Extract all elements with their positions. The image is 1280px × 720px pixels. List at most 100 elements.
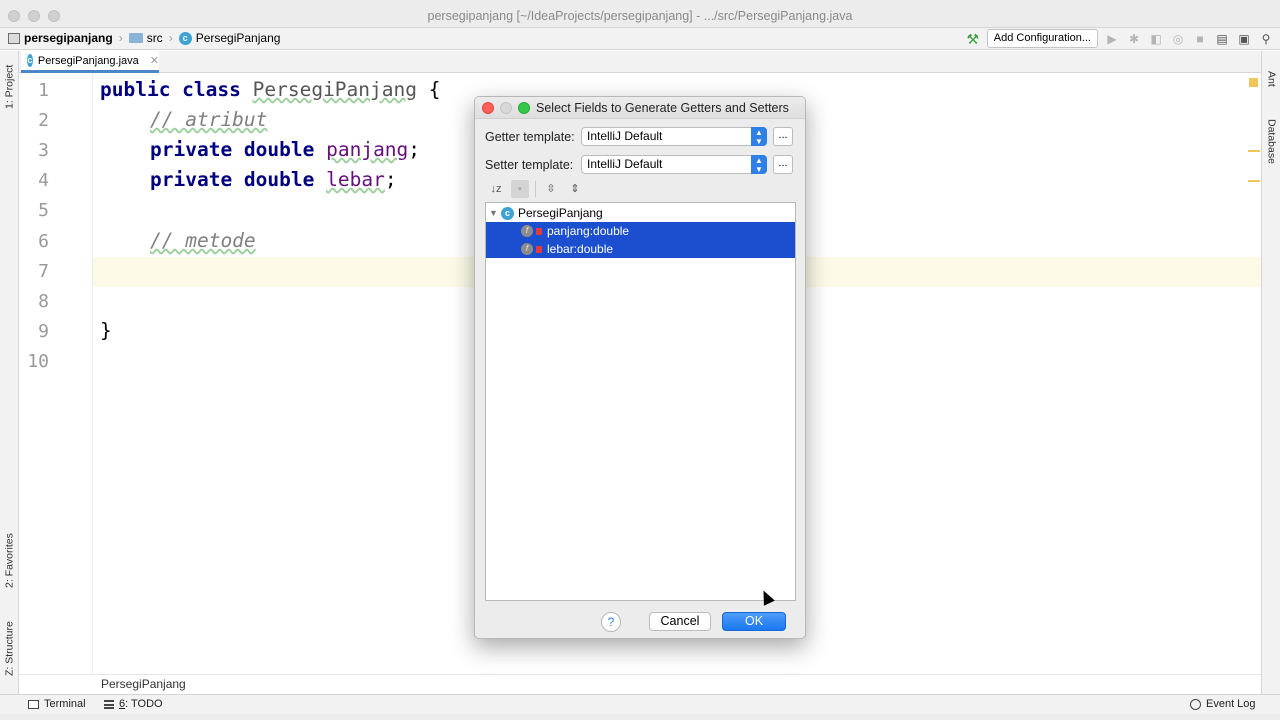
editor-tab-persegipanjang[interactable]: c PersegiPanjang.java ✕: [21, 51, 159, 73]
tree-toolbar: ↓z ▪ ⇳ ⇕: [487, 179, 584, 199]
folder-icon: [128, 33, 143, 43]
close-icon[interactable]: ✕: [150, 54, 159, 67]
warning-stripe-mark[interactable]: [1248, 150, 1260, 152]
line-number: 9: [38, 321, 49, 342]
getter-template-select[interactable]: IntelliJ Default ▲ ▼: [581, 127, 767, 146]
setter-template-label: Setter template:: [485, 157, 574, 172]
setter-template-more-button[interactable]: ...: [773, 155, 793, 174]
project-icon: [8, 32, 20, 44]
line-number: 1: [38, 80, 49, 101]
cancel-button[interactable]: Cancel: [649, 612, 711, 631]
chevron-right-icon: ›: [168, 31, 173, 45]
line-number: 4: [38, 170, 49, 191]
terminal-tab[interactable]: Terminal: [28, 698, 86, 710]
dialog-title-bar: Select Fields to Generate Getters and Se…: [475, 97, 805, 119]
left-tool-strip: 1: Project 2: Favorites Z: Structure: [0, 51, 19, 694]
code-line-1: public class PersegiPanjang {: [100, 78, 441, 101]
tab-database[interactable]: Database: [1263, 109, 1280, 173]
code-line-2: // atribut: [150, 108, 268, 131]
tab-ant[interactable]: Ant: [1263, 59, 1280, 99]
event-log-tab[interactable]: Event Log: [1190, 698, 1256, 710]
field-icon: f: [521, 225, 533, 237]
getter-template-row: Getter template: IntelliJ Default ▲ ▼ ...: [485, 127, 793, 146]
tab-favorites[interactable]: 2: Favorites: [1, 525, 18, 597]
breadcrumb-project[interactable]: persegipanjang: [8, 31, 113, 45]
add-configuration-button[interactable]: Add Configuration...: [986, 29, 1098, 48]
class-icon: c: [27, 54, 33, 67]
breadcrumb-src[interactable]: src: [128, 31, 163, 45]
error-stripe: [1248, 74, 1260, 214]
bottom-tool-bar: Terminal 6: TODO Event Log: [0, 694, 1280, 714]
editor-breadcrumb[interactable]: PersegiPanjang: [101, 677, 186, 691]
tree-root[interactable]: ▼ c PersegiPanjang: [486, 204, 795, 222]
search-icon[interactable]: ⚲: [1258, 31, 1274, 47]
run-toolbar: ⚒ Add Configuration... ▶ ✱ ◧ ◎ ■ ▤ ▣ ⚲: [965, 29, 1274, 48]
profile-icon[interactable]: ◎: [1170, 31, 1186, 47]
tree-item-field[interactable]: f panjang:double: [486, 222, 795, 240]
field-lebar: lebar: [326, 168, 385, 191]
status-bar: [0, 714, 1280, 720]
class-icon: c: [178, 31, 192, 45]
fields-tree[interactable]: ▼ c PersegiPanjang f panjang:double f le…: [485, 202, 796, 601]
terminal-icon: [28, 699, 39, 709]
private-lock-icon: [536, 245, 542, 253]
stop-icon[interactable]: ■: [1192, 31, 1208, 47]
class-name: PersegiPanjang: [252, 78, 417, 101]
warning-marker-icon[interactable]: [1249, 78, 1258, 87]
line-number: 7: [38, 261, 49, 282]
toolbar-divider: [535, 181, 536, 197]
warning-stripe-mark[interactable]: [1248, 180, 1260, 182]
getter-template-more-button[interactable]: ...: [773, 127, 793, 146]
code-line-3: private double panjang;: [150, 138, 421, 161]
getter-template-label: Getter template:: [485, 129, 575, 144]
generate-getters-setters-dialog: Select Fields to Generate Getters and Se…: [474, 96, 806, 639]
code-line-4: private double lebar;: [150, 168, 397, 191]
todo-tab[interactable]: 6: TODO: [104, 698, 163, 710]
dialog-close-button[interactable]: [482, 102, 494, 114]
expand-triangle-icon[interactable]: ▼: [489, 208, 499, 218]
line-number: 3: [38, 140, 49, 161]
code-line-6: // metode: [150, 229, 256, 252]
build-hammer-icon[interactable]: ⚒: [965, 31, 981, 47]
select-arrows-icon: ▲ ▼: [751, 155, 767, 174]
list-icon: [104, 699, 114, 709]
debug-icon[interactable]: ✱: [1126, 31, 1142, 47]
ok-button[interactable]: OK: [722, 612, 786, 631]
right-tool-strip: Ant Database: [1261, 51, 1280, 694]
private-lock-icon: [536, 227, 542, 235]
field-icon: f: [521, 243, 533, 255]
window-title: persegipanjang [~/IdeaProjects/persegipa…: [427, 9, 853, 23]
class-icon: c: [501, 206, 514, 220]
select-arrows-icon: ▲ ▼: [751, 127, 767, 146]
line-number: 6: [38, 231, 49, 252]
setter-template-select[interactable]: IntelliJ Default ▲ ▼: [581, 155, 767, 174]
line-number-gutter: 1 2 3 4 5 6 7 8 9 10: [19, 74, 93, 674]
coverage-icon[interactable]: ◧: [1148, 31, 1164, 47]
chevron-right-icon: ›: [118, 31, 123, 45]
project-structure-icon[interactable]: ▤: [1214, 31, 1230, 47]
expand-all-icon[interactable]: ⇳: [542, 180, 560, 198]
collapse-all-icon[interactable]: ⇕: [566, 180, 584, 198]
window-title-bar: persegipanjang [~/IdeaProjects/persegipa…: [0, 0, 1280, 28]
tab-structure[interactable]: Z: Structure: [1, 613, 18, 685]
line-number: 2: [38, 110, 49, 131]
show-classes-icon[interactable]: ▪: [511, 180, 529, 198]
field-panjang: panjang: [326, 138, 409, 161]
dialog-title: Select Fields to Generate Getters and Se…: [536, 101, 789, 115]
run-icon[interactable]: ▶: [1104, 31, 1120, 47]
line-number: 8: [38, 291, 49, 312]
sdk-icon[interactable]: ▣: [1236, 31, 1252, 47]
breadcrumb: persegipanjang › src › c PersegiPanjang: [8, 31, 280, 45]
setter-template-row: Setter template: IntelliJ Default ▲ ▼ ...: [485, 155, 793, 174]
tab-project[interactable]: 1: Project: [1, 59, 18, 115]
breadcrumb-class[interactable]: c PersegiPanjang: [178, 31, 280, 45]
dialog-zoom-button[interactable]: [518, 102, 530, 114]
line-number: 10: [27, 351, 49, 372]
dialog-minimize-button: [500, 102, 512, 114]
help-button[interactable]: ?: [601, 612, 621, 632]
line-number: 5: [38, 200, 49, 221]
editor-tabs: c PersegiPanjang.java ✕: [19, 51, 1261, 73]
event-log-icon: [1190, 698, 1201, 710]
sort-alphabetically-icon[interactable]: ↓z: [487, 180, 505, 198]
tree-item-field[interactable]: f lebar:double: [486, 240, 795, 258]
